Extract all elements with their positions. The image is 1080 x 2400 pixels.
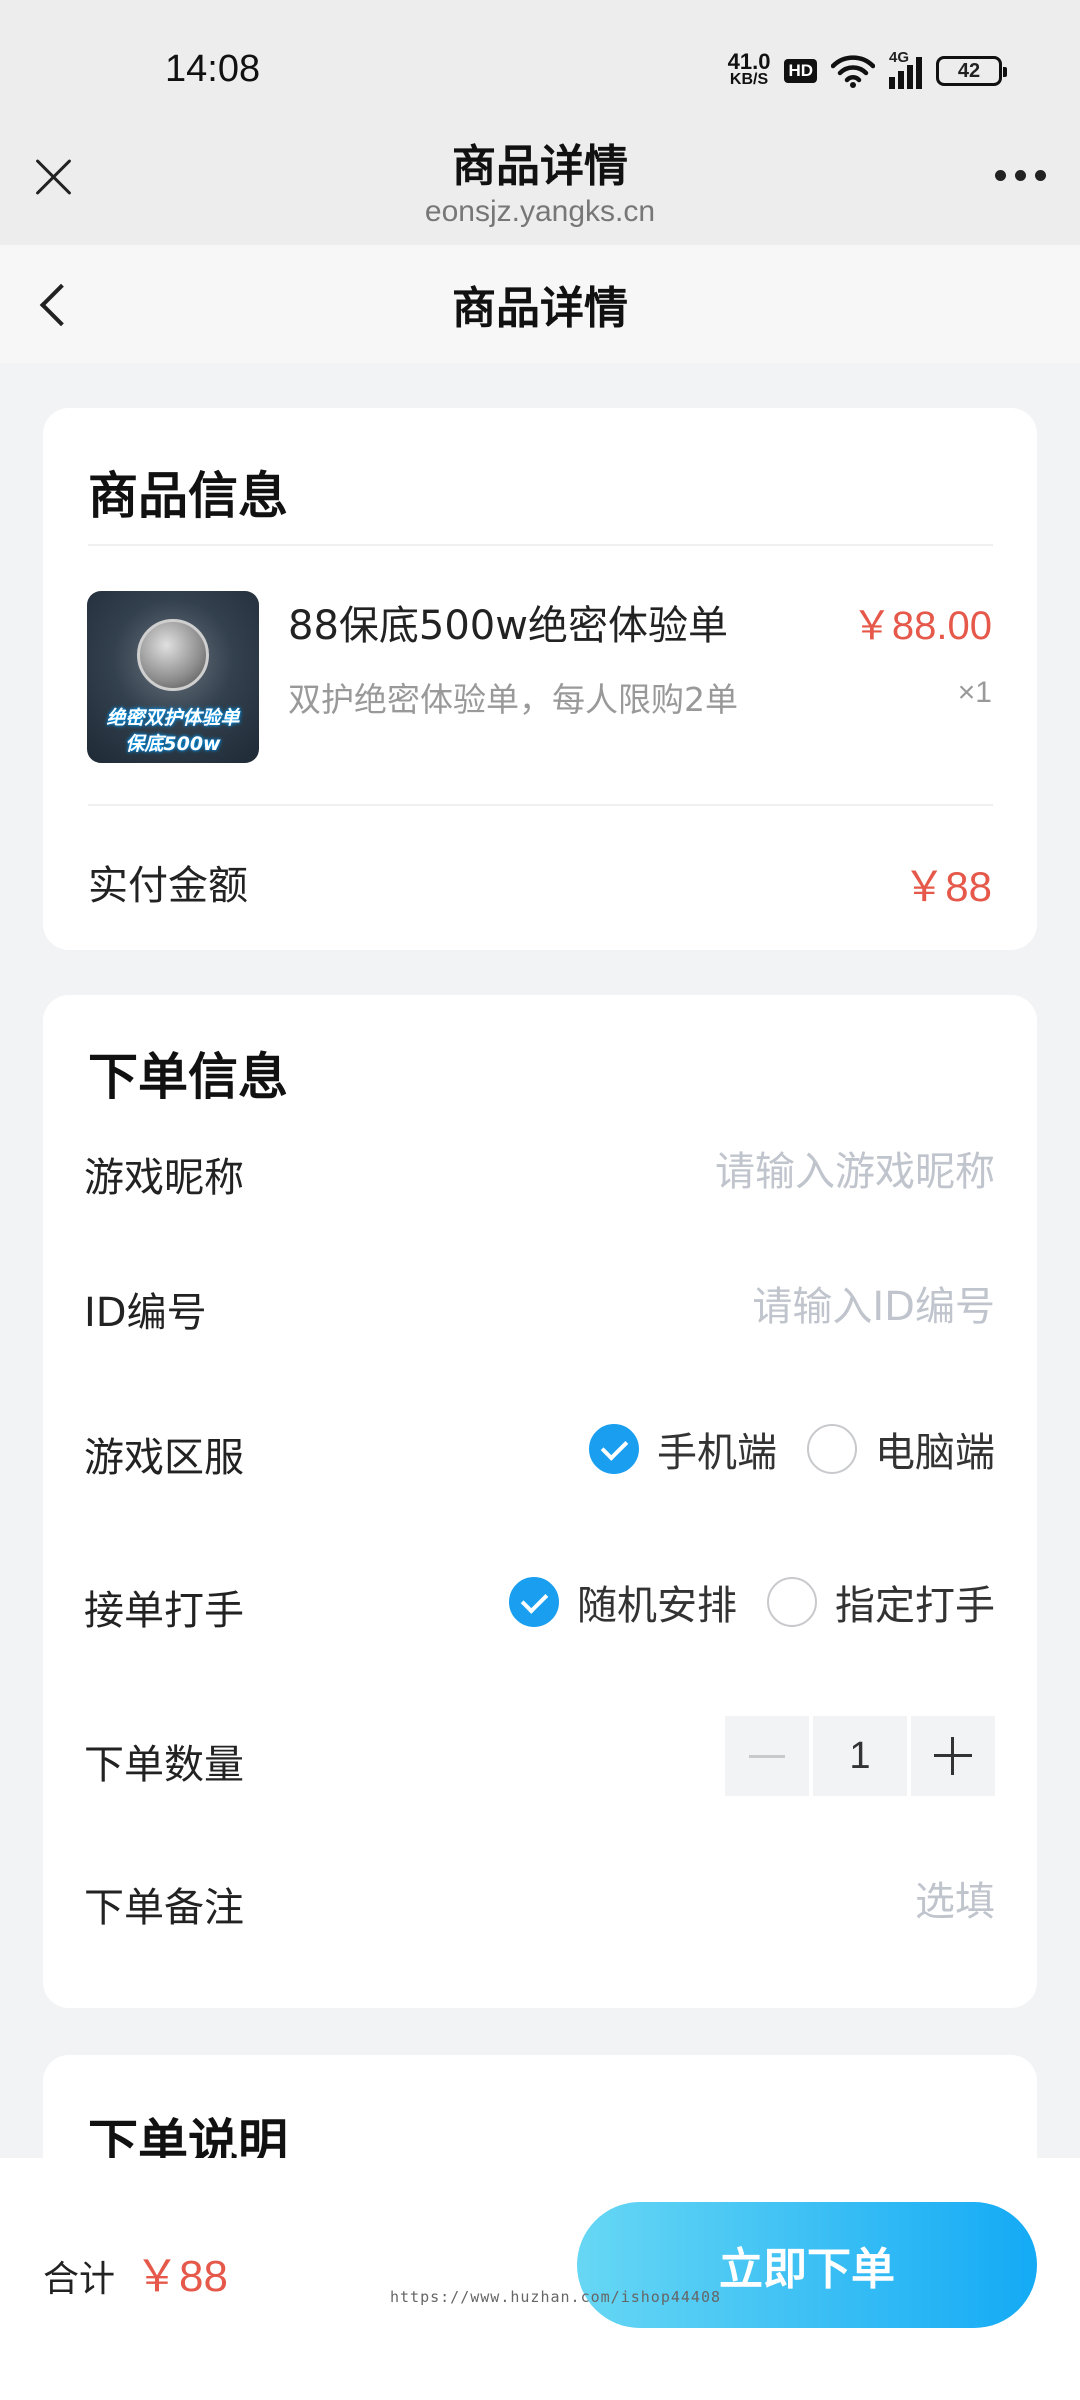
thumbnail-caption-2: 保底500w [125, 733, 221, 755]
thumbnail-caption-1: 绝密双护体验单 [106, 707, 240, 729]
cell-signal-icon: 4G [889, 49, 922, 89]
decrease-button[interactable] [725, 1716, 809, 1796]
radio-empty-icon [767, 1577, 817, 1627]
nickname-input[interactable] [495, 1142, 995, 1202]
total-label: 合计 [43, 2259, 116, 2300]
booster-label: 接单打手 [84, 1588, 244, 1634]
server-option-mobile[interactable]: 手机端 [589, 1420, 777, 1478]
booster-radio-group: 随机安排 指定打手 [479, 1573, 995, 1631]
battery-level: 42 [957, 59, 981, 82]
status-icons: 41.0 KB/S HD 4G 42 [727, 49, 1007, 92]
product-info-title: 商品信息 [88, 467, 288, 525]
signal-label: 4G [889, 49, 910, 66]
divider [88, 544, 993, 546]
pay-amount-label: 实付金额 [88, 863, 248, 909]
network-speed-unit: KB/S [729, 71, 769, 88]
wifi-icon [831, 55, 875, 88]
id-label: ID编号 [84, 1290, 207, 1336]
booster-option-label: 随机安排 [577, 1583, 737, 1629]
plus-icon [934, 1737, 972, 1775]
product-info-card: 商品信息 绝密双护体验单 保底500w 88保底500w绝密体验单 ￥88.00… [43, 408, 1037, 950]
quantity-stepper: 1 [725, 1716, 995, 1796]
watermark: https://www.huzhan.com/ishop44408 [390, 2288, 722, 2306]
browser-url: eonsjz.yangks.cn [424, 195, 656, 228]
divider [88, 804, 993, 806]
note-input[interactable] [495, 1872, 995, 1932]
server-radio-group: 手机端 电脑端 [559, 1420, 995, 1478]
product-thumbnail[interactable]: 绝密双护体验单 保底500w [87, 591, 259, 763]
game-logo-icon [137, 619, 209, 691]
browser-title: 商品详情 [452, 141, 628, 192]
quantity-label: 下单数量 [84, 1742, 244, 1788]
minus-icon [749, 1754, 785, 1758]
product-description: 双护绝密体验单，每人限购2单 [288, 680, 738, 719]
server-option-label: 电脑端 [875, 1430, 995, 1476]
booster-option-random[interactable]: 随机安排 [509, 1573, 737, 1631]
product-price: ￥88.00 [851, 604, 992, 648]
product-name: 88保底500w绝密体验单 [288, 603, 728, 649]
more-icon[interactable] [995, 170, 1046, 181]
product-quantity: ×1 [957, 676, 992, 709]
status-bar: 14:08 41.0 KB/S HD 4G 42 [0, 0, 1080, 140]
note-label: 下单备注 [84, 1885, 244, 1931]
booster-option-specify[interactable]: 指定打手 [767, 1573, 995, 1631]
pay-amount-value: ￥88 [903, 863, 992, 910]
total-value: ￥88 [135, 2252, 228, 2301]
booster-option-label: 指定打手 [835, 1583, 995, 1629]
increase-button[interactable] [911, 1716, 995, 1796]
battery-icon: 42 [936, 56, 1007, 86]
server-option-label: 手机端 [657, 1430, 777, 1476]
check-icon [509, 1577, 559, 1627]
id-input[interactable] [495, 1277, 995, 1337]
order-info-title: 下单信息 [88, 1048, 288, 1106]
nickname-label: 游戏昵称 [84, 1155, 244, 1201]
server-option-pc[interactable]: 电脑端 [807, 1420, 995, 1478]
radio-empty-icon [807, 1424, 857, 1474]
network-speed-value: 41.0 [727, 49, 771, 74]
page-title: 商品详情 [452, 283, 628, 334]
check-icon [589, 1424, 639, 1474]
status-time: 14:08 [165, 48, 261, 90]
hd-icon: HD [784, 59, 817, 83]
place-order-button[interactable]: 立即下单 [577, 2202, 1037, 2328]
server-label: 游戏区服 [84, 1435, 244, 1481]
quantity-value[interactable]: 1 [813, 1716, 907, 1796]
network-speed: 41.0 KB/S [727, 49, 771, 89]
